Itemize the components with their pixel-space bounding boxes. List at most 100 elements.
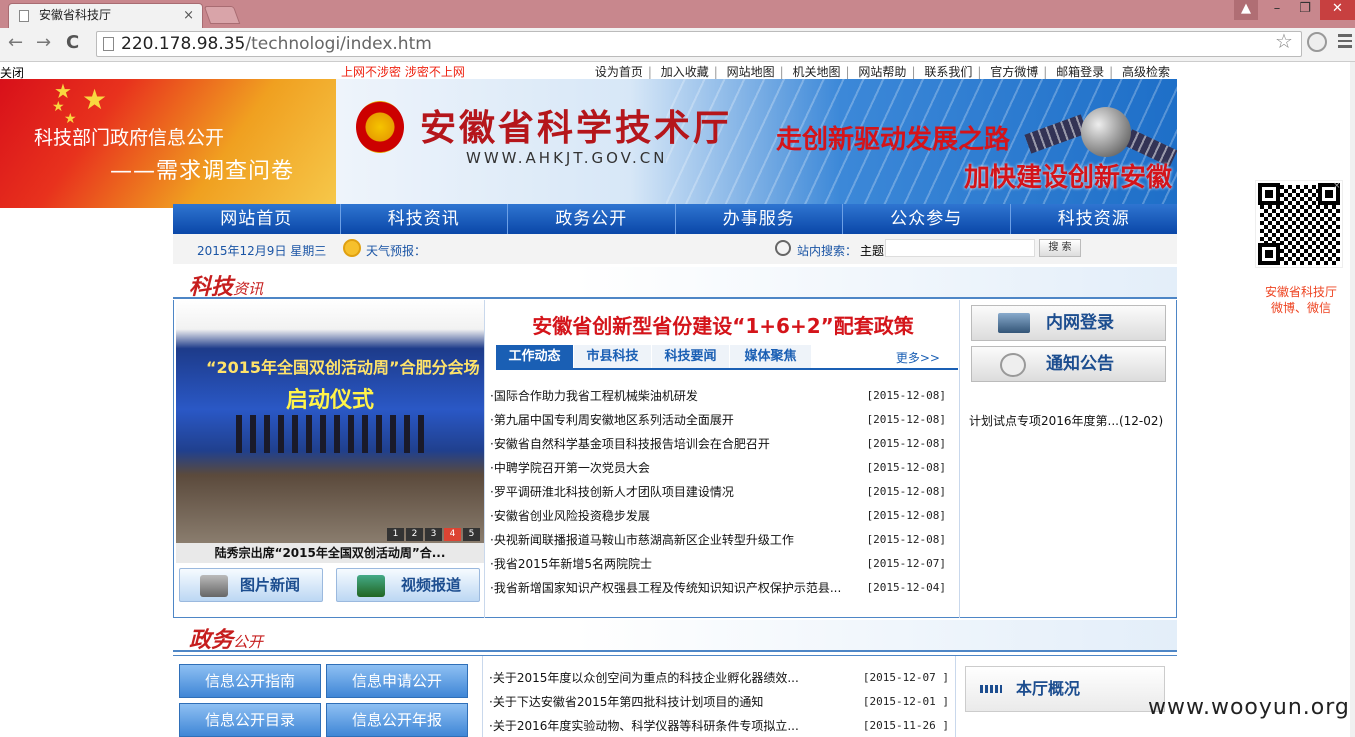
top-link-favorites[interactable]: 加入收藏 (656, 65, 714, 79)
list-item[interactable]: ·关于下达安徽省2015年第四批科技计划项目的通知 [2015-12-01 ] (489, 690, 949, 714)
nav-gov-info[interactable]: 政务公开 (508, 204, 676, 234)
headline-link[interactable]: 安徽省创新型省份建设“1+6+2”配套政策 (488, 310, 958, 339)
list-item[interactable]: ·第九届中国专利周安徽地区系列活动全面展开 [2015-12-08] (490, 408, 946, 432)
qr-code (1255, 180, 1343, 268)
maximize-button[interactable]: ❐ (1292, 0, 1318, 20)
pager-dot[interactable]: 1 (387, 528, 404, 541)
dept-overview-button[interactable]: 本厅概况 (965, 666, 1165, 712)
top-link-homepage[interactable]: 设为首页 (590, 65, 648, 79)
top-link-help[interactable]: 网站帮助 (853, 65, 911, 79)
nav-home[interactable]: 网站首页 (173, 204, 341, 234)
list-item[interactable]: ·安徽省创业风险投资稳步发展 [2015-12-08] (490, 504, 946, 528)
close-window-button[interactable]: ✕ (1320, 0, 1355, 20)
tab-title: 安徽省科技厅 (39, 8, 112, 22)
site-banner: 安徽省科学技术厅 WWW.AHKJT.GOV.CN 走创新驱动发展之路 加快建设… (336, 79, 1177, 204)
top-link-contact[interactable]: 联系我们 (919, 65, 977, 79)
pager-dot[interactable]: 3 (425, 528, 442, 541)
bookmark-star-icon[interactable]: ☆ (1275, 29, 1293, 53)
photo-launch-text: 启动仪式 (286, 388, 375, 413)
tab-city-tech[interactable]: 市县科技 (574, 345, 652, 368)
top-link-orgmap[interactable]: 机关地图 (788, 65, 846, 79)
search-input[interactable] (885, 239, 1035, 257)
scrollbar[interactable] (1350, 62, 1355, 737)
star-icon: ★ (52, 99, 65, 115)
search-scope-select[interactable]: 主题 (860, 242, 884, 259)
info-guide-button[interactable]: 信息公开指南 (179, 664, 321, 698)
list-item[interactable]: ·安徽省自然科学基金项目科技报告培训会在合肥召开 [2015-12-08] (490, 432, 946, 456)
site-title: 安徽省科学技术厅 (420, 107, 733, 149)
extension-globe-icon[interactable] (1307, 32, 1327, 52)
qr-close-icon[interactable]: × (1333, 181, 1341, 191)
search-button[interactable]: 搜 索 (1039, 239, 1081, 257)
list-item[interactable]: ·关于2015年度以众创空间为重点的科技企业孵化器绩效... [2015-12-0… (489, 666, 949, 690)
web-page: 关闭 上网不涉密 涉密不上网 设为首页 | 加入收藏 | 网站地图 | 机关地图 | 网… (0, 62, 1355, 737)
top-link-sitemap[interactable]: 网站地图 (722, 65, 780, 79)
list-item[interactable]: ·中聘学院召开第一次党员大会 [2015-12-08] (490, 456, 946, 480)
section-title: 政务公开 (189, 628, 264, 653)
tab-work-news[interactable]: 工作动态 (496, 345, 574, 368)
tab-tech-headlines[interactable]: 科技要闻 (652, 345, 730, 368)
tab-close-icon[interactable]: × (183, 4, 194, 27)
photo-news-button[interactable]: 图片新闻 (179, 568, 323, 602)
list-item[interactable]: ·罗平调研淮北科技创新人才团队项目建设情况 [2015-12-08] (490, 480, 946, 504)
page-icon (19, 10, 29, 22)
top-link-advanced-search[interactable]: 高级检索 (1117, 65, 1175, 79)
pager-dot[interactable]: 5 (463, 528, 480, 541)
gov-news-list: ·关于2015年度以众创空间为重点的科技企业孵化器绩效... [2015-12-0… (489, 666, 949, 737)
nav-services[interactable]: 办事服务 (676, 204, 843, 234)
top-link-weibo[interactable]: 官方微博 (985, 65, 1043, 79)
list-item[interactable]: ·央视新闻联播报道马鞍山市慈湖高新区企业转型升级工作 [2015-12-08] (490, 528, 946, 552)
forward-icon[interactable]: → (36, 32, 51, 53)
list-item[interactable]: ·关于2016年度实验动物、科学仪器等科研条件专项拟立... [2015-11-2… (489, 714, 949, 737)
browser-tab[interactable]: 安徽省科技厅 × (8, 3, 203, 28)
qr-caption-2: 微博、微信 (1270, 301, 1331, 315)
browser-toolbar: ← → C 220.178.98.35/technologi/index.htm… (0, 28, 1355, 62)
address-bar[interactable]: 220.178.98.35/technologi/index.htm (96, 31, 1302, 57)
minimize-button[interactable]: – (1264, 0, 1290, 20)
title-bar: 安徽省科技厅 × ▲ – ❐ ✕ (0, 0, 1355, 28)
info-request-button[interactable]: 信息申请公开 (326, 664, 468, 698)
notice-button[interactable]: 通知公告 (971, 346, 1166, 382)
star-icon: ★ (82, 83, 108, 116)
top-link-mail[interactable]: 邮箱登录 (1051, 65, 1109, 79)
arrow-icon (980, 685, 1002, 693)
date-search-bar: 2015年12月9日 星期三 天气预报： 站内搜索： 主题 搜 索 (173, 234, 1177, 264)
url-host: 220.178.98.35 (121, 34, 246, 54)
url-path: /technologi/index.htm (245, 34, 432, 54)
notice-icon (1000, 353, 1026, 377)
list-item[interactable]: ·我省2015年新增5名两院院士 [2015-12-07] (490, 552, 946, 576)
info-catalog-button[interactable]: 信息公开目录 (179, 703, 321, 737)
photo-banner-text: “2015年全国双创活动周”合肥分会场 (206, 358, 480, 377)
tech-section-header: 科技资讯 (173, 267, 1177, 300)
main-nav: 网站首页 科技资讯 政务公开 办事服务 公众参与 科技资源 (173, 204, 1177, 234)
qr-caption-1: 安徽省科技厅 (1264, 285, 1337, 299)
back-icon[interactable]: ← (8, 32, 23, 53)
pager-dot[interactable]: 2 (406, 528, 423, 541)
list-item[interactable]: ·我省新增国家知识产权强县工程及传统知识知识产权保护示范县... [2015-12… (490, 576, 946, 600)
search-label: 站内搜索： (797, 244, 858, 258)
survey-float-ad[interactable]: ★ ★ ★ ★ 科技部门政府信息公开 ——需求调查问卷 (0, 79, 336, 208)
nav-tech-resources[interactable]: 科技资源 (1011, 204, 1178, 234)
new-tab-button[interactable] (203, 6, 241, 24)
notice-item[interactable]: 计划试点专项2016年度第...(12-02) (969, 412, 1163, 429)
banner-slogan-1: 走创新驱动发展之路 (776, 125, 1011, 155)
list-item[interactable]: ·国际合作助力我省工程机械柴油机研发 [2015-12-08] (490, 384, 946, 408)
more-link[interactable]: 更多>> (896, 349, 940, 366)
weather-label[interactable]: 天气预报： (366, 242, 426, 259)
site-url: WWW.AHKJT.GOV.CN (466, 149, 668, 167)
news-photo-slideshow[interactable]: “2015年全国双创活动周”合肥分会场 启动仪式 1 2 3 4 5 (176, 300, 484, 543)
reload-icon[interactable]: C (66, 32, 79, 53)
tab-media-focus[interactable]: 媒体聚焦 (730, 345, 812, 368)
intranet-login-button[interactable]: 内网登录 (971, 305, 1166, 341)
user-icon[interactable]: ▲ (1234, 0, 1258, 20)
nav-public-participation[interactable]: 公众参与 (843, 204, 1011, 234)
pager-dot-active[interactable]: 4 (444, 528, 461, 541)
browser-menu-icon[interactable] (1338, 34, 1352, 48)
video-report-button[interactable]: 视频报道 (336, 568, 480, 602)
section-title: 科技资讯 (189, 275, 264, 300)
slideshow-pager: 1 2 3 4 5 (387, 528, 480, 541)
info-annual-report-button[interactable]: 信息公开年报 (326, 703, 468, 737)
nav-tech-news[interactable]: 科技资讯 (341, 204, 508, 234)
monitor-icon (998, 313, 1030, 333)
photo-caption[interactable]: 陆秀宗出席“2015年全国双创活动周”合... (176, 543, 484, 563)
